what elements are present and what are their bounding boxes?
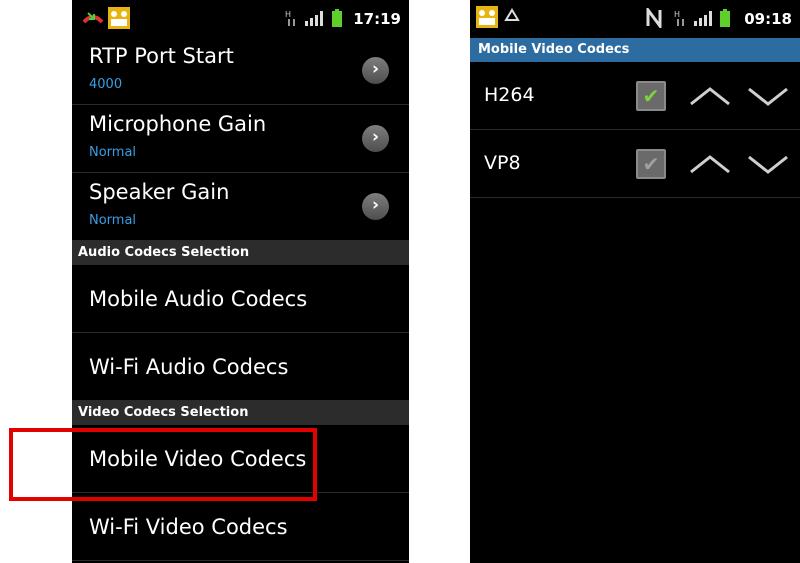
pref-rtp-port-start[interactable]: RTP Port Start 4000 › bbox=[72, 37, 409, 105]
hspa-data-icon: H bbox=[674, 10, 684, 26]
move-up-icon[interactable] bbox=[688, 84, 732, 108]
list-item-wifi-audio-codecs[interactable]: Wi-Fi Audio Codecs bbox=[72, 333, 409, 401]
pref-title: Microphone Gain bbox=[89, 112, 267, 136]
signal-icon bbox=[694, 11, 712, 26]
highlight-box bbox=[9, 428, 317, 501]
codec-row-h264: H264 ✔ bbox=[470, 62, 800, 130]
status-time: 09:18 bbox=[744, 10, 792, 28]
status-time: 17:19 bbox=[353, 10, 401, 28]
list-item-label: Mobile Audio Codecs bbox=[89, 287, 308, 311]
pref-title: RTP Port Start bbox=[89, 44, 234, 68]
app-notification-icon bbox=[108, 7, 130, 29]
signal-icon bbox=[305, 11, 323, 26]
checkmark-icon: ✔ bbox=[642, 152, 660, 176]
codec-name: H264 bbox=[484, 84, 535, 106]
section-header-video: Video Codecs Selection bbox=[72, 401, 409, 425]
section-header-audio: Audio Codecs Selection bbox=[72, 241, 409, 265]
list-item-mobile-audio-codecs[interactable]: Mobile Audio Codecs bbox=[72, 265, 409, 333]
pref-summary: Normal bbox=[89, 213, 137, 228]
pref-summary: Normal bbox=[89, 145, 137, 160]
move-down-icon[interactable] bbox=[746, 84, 790, 108]
svg-text:H: H bbox=[674, 10, 680, 19]
svg-text:H: H bbox=[285, 10, 291, 19]
pref-summary: 4000 bbox=[89, 77, 123, 92]
list-item-label: Wi-Fi Video Codecs bbox=[89, 515, 288, 539]
battery-icon bbox=[720, 9, 730, 27]
pref-title: Speaker Gain bbox=[89, 180, 230, 204]
list-item-wifi-video-codecs[interactable]: Wi-Fi Video Codecs bbox=[72, 493, 409, 561]
recycle-icon bbox=[504, 8, 520, 21]
missed-call-icon bbox=[82, 12, 104, 24]
pref-speaker-gain[interactable]: Speaker Gain Normal › bbox=[72, 173, 409, 241]
app-notification-icon bbox=[476, 6, 498, 28]
chevron-right-icon[interactable]: › bbox=[362, 193, 389, 220]
list-item-label: Wi-Fi Audio Codecs bbox=[89, 355, 289, 379]
chevron-right-icon[interactable]: › bbox=[362, 57, 389, 84]
enable-checkbox[interactable]: ✔ bbox=[636, 149, 666, 179]
nfc-icon bbox=[646, 8, 662, 28]
hspa-data-icon: H bbox=[285, 10, 295, 26]
status-bar: H 09:18 bbox=[470, 0, 800, 38]
enable-checkbox[interactable]: ✔ bbox=[636, 81, 666, 111]
codec-name: VP8 bbox=[484, 152, 521, 174]
battery-icon bbox=[332, 9, 342, 27]
chevron-right-icon[interactable]: › bbox=[362, 125, 389, 152]
move-down-icon[interactable] bbox=[746, 152, 790, 176]
move-up-icon[interactable] bbox=[688, 152, 732, 176]
mobile-video-codecs-screen: H 09:18 Mobile Video Codecs H264 ✔ VP8 ✔ bbox=[470, 0, 800, 563]
checkmark-icon: ✔ bbox=[642, 84, 660, 108]
pref-microphone-gain[interactable]: Microphone Gain Normal › bbox=[72, 105, 409, 173]
codec-row-vp8: VP8 ✔ bbox=[470, 130, 800, 198]
status-bar: H 17:19 bbox=[72, 0, 409, 37]
screen-title-bar: Mobile Video Codecs bbox=[470, 38, 800, 62]
